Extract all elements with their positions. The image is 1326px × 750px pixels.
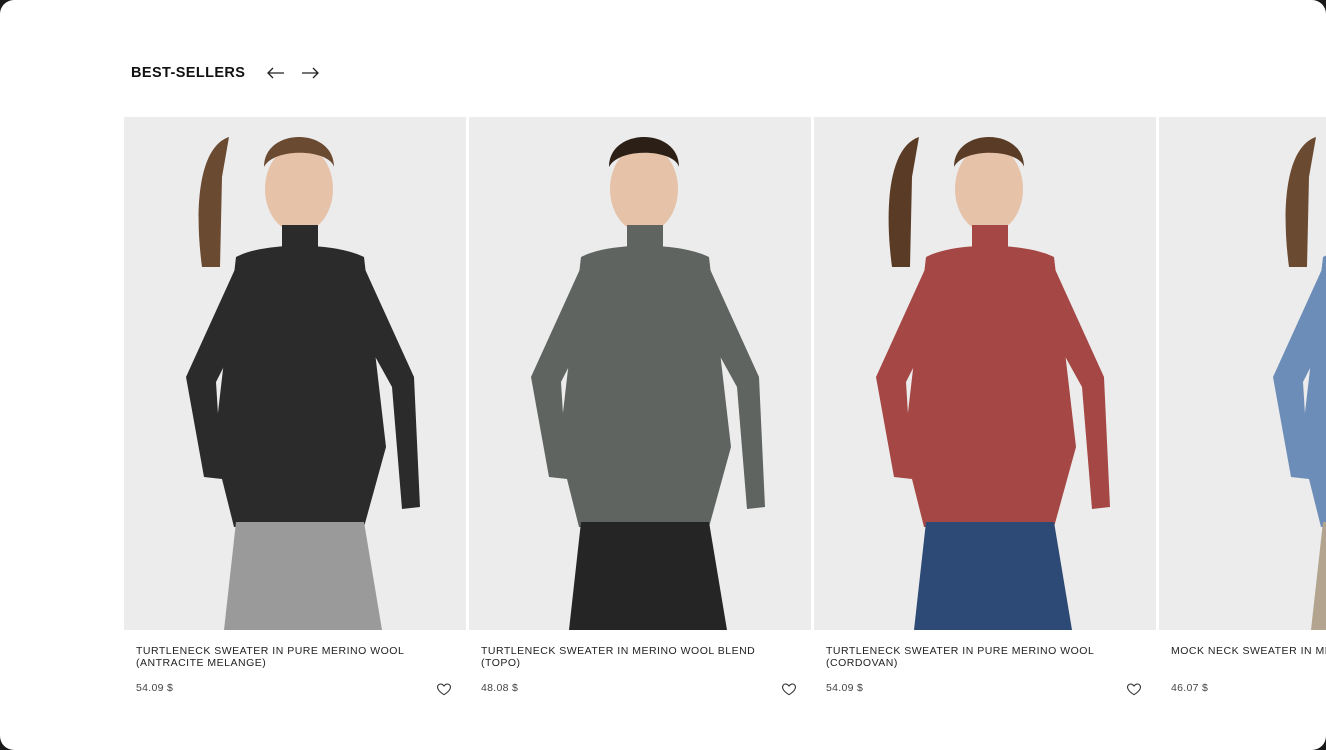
product-image[interactable]	[814, 117, 1156, 630]
arrow-right-icon[interactable]	[299, 62, 321, 84]
product-name[interactable]: TURTLENECK SWEATER IN PURE MERINO WOOL (…	[826, 645, 1116, 669]
product-name[interactable]: TURTLENECK SWEATER IN MERINO WOOL BLEND …	[481, 645, 771, 669]
product-price: 46.07 $	[1171, 682, 1209, 694]
product-image[interactable]	[469, 117, 811, 630]
product-price: 48.08 $	[481, 682, 519, 694]
heart-icon[interactable]	[781, 681, 797, 697]
product-card[interactable]: MOCK NECK SWEATER IN MERINO WOOL 46.07 $	[1159, 117, 1326, 717]
product-price: 54.09 $	[826, 682, 864, 694]
heart-icon[interactable]	[436, 681, 452, 697]
product-card[interactable]: TURTLENECK SWEATER IN MERINO WOOL BLEND …	[469, 117, 811, 717]
product-card[interactable]: TURTLENECK SWEATER IN PURE MERINO WOOL (…	[124, 117, 466, 717]
page-frame: BEST-SELLERS TURTLENECK SWEATER IN PURE …	[0, 0, 1326, 750]
arrow-left-icon[interactable]	[265, 62, 287, 84]
product-name[interactable]: TURTLENECK SWEATER IN PURE MERINO WOOL (…	[136, 645, 426, 669]
product-image[interactable]	[124, 117, 466, 630]
product-card[interactable]: TURTLENECK SWEATER IN PURE MERINO WOOL (…	[814, 117, 1156, 717]
product-carousel: TURTLENECK SWEATER IN PURE MERINO WOOL (…	[124, 117, 1326, 717]
section-title: BEST-SELLERS	[131, 65, 246, 81]
best-sellers-header: BEST-SELLERS	[131, 62, 321, 84]
product-name[interactable]: MOCK NECK SWEATER IN MERINO WOOL	[1171, 645, 1326, 657]
heart-icon[interactable]	[1126, 681, 1142, 697]
product-image[interactable]	[1159, 117, 1326, 630]
product-price: 54.09 $	[136, 682, 174, 694]
